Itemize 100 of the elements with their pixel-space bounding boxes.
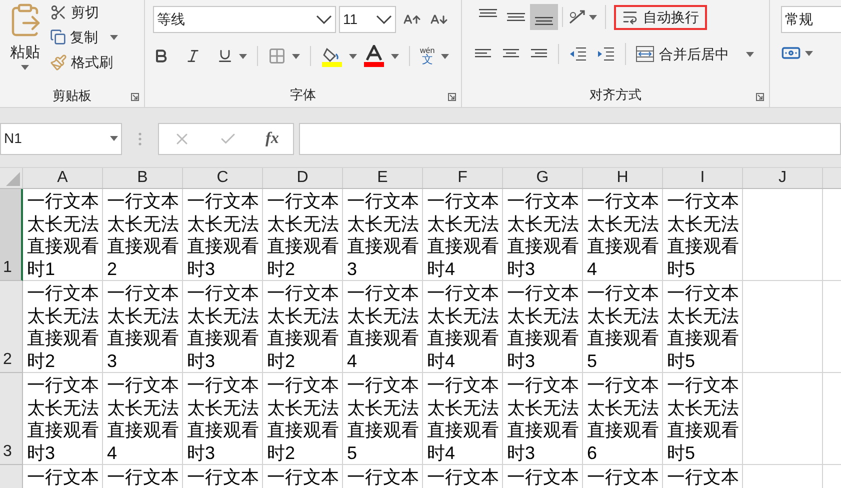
table-cell: 一行文本 xyxy=(103,465,183,488)
column-header[interactable]: I xyxy=(663,168,743,188)
table-cell: 一行文本太长无法直接观看4 xyxy=(343,281,423,373)
caret-icon xyxy=(391,54,399,58)
copy-icon xyxy=(50,29,66,45)
table-cell: 一行文本太长无法直接观看4 xyxy=(103,373,183,465)
font-name-dropdown[interactable]: 等线 xyxy=(153,6,336,33)
caret-icon xyxy=(349,54,357,58)
table-cell: 一行文本 xyxy=(423,465,503,488)
cut-button[interactable]: 剪切 xyxy=(50,1,118,23)
fill-color-icon[interactable] xyxy=(321,45,343,67)
chevron-icon xyxy=(316,15,332,24)
italic-icon[interactable] xyxy=(185,48,201,64)
table-cell: 一行文本太长无法直接观看4 xyxy=(583,189,663,281)
caret-icon xyxy=(746,52,754,56)
dialog-launcher-icon[interactable] xyxy=(756,93,764,101)
column-header[interactable]: C xyxy=(183,168,263,188)
row-header[interactable]: 1 xyxy=(0,189,23,281)
table-cell: 一行文本 xyxy=(183,465,263,488)
caret-icon xyxy=(805,50,813,56)
merge-center-button[interactable]: 合并后居中 xyxy=(636,44,754,64)
column-header[interactable]: H xyxy=(583,168,663,188)
chevron-icon xyxy=(376,15,392,24)
name-box[interactable]: N1 xyxy=(0,122,122,154)
triangle-icon xyxy=(6,172,20,186)
scissors-icon xyxy=(50,4,67,20)
bold-icon[interactable] xyxy=(153,48,169,64)
table-cell: 一行文本太长无法直接观看时4 xyxy=(423,189,503,281)
table-cell: 一行文本 xyxy=(343,465,423,488)
wrap-text-icon xyxy=(622,9,638,25)
copy-button[interactable]: 复制 xyxy=(50,26,118,48)
table-cell: 一行文本太长无法直接观看5 xyxy=(343,373,423,465)
column-header[interactable]: E xyxy=(343,168,423,188)
table-cell: 一行文本 xyxy=(663,465,743,488)
table-cell: 一行文本太长无法直接观看3 xyxy=(103,281,183,373)
caret-icon xyxy=(589,14,597,20)
column-header[interactable]: D xyxy=(263,168,343,188)
table-cell: 一行文本太长无法直接观看6 xyxy=(583,373,663,465)
number-format-dropdown[interactable]: 常规 xyxy=(781,6,841,33)
caret-icon xyxy=(440,54,449,58)
caret-icon xyxy=(110,34,118,40)
wrap-text-button[interactable]: 自动换行 xyxy=(614,4,707,30)
dialog-launcher-icon[interactable] xyxy=(448,93,456,101)
column-header[interactable]: G xyxy=(503,168,583,188)
group-label: 字体 xyxy=(290,86,316,104)
align-bottom-icon xyxy=(535,17,553,25)
table-cell: 一行文本太长无法直接观看时3 xyxy=(183,189,263,281)
font-color-icon[interactable] xyxy=(363,45,385,67)
caret-icon xyxy=(110,136,118,141)
row-header[interactable]: 2 xyxy=(0,281,23,373)
table-cell: 一行文本太长无法直接观看时2 xyxy=(23,281,103,373)
group-label: 剪贴板 xyxy=(52,87,92,106)
align-bottom-button[interactable] xyxy=(530,4,558,30)
table-cell: 一行文本太长无法直接观看2 xyxy=(103,189,183,281)
table-cell: 一行文本 xyxy=(503,465,583,488)
formula-input[interactable] xyxy=(299,122,841,154)
table-cell: 一行文本太长无法直接观看时3 xyxy=(23,373,103,465)
increase-indent-icon[interactable] xyxy=(597,46,615,62)
table-cell: 一行文本 xyxy=(583,465,663,488)
table-cell: 一行文本太长无法直接观看时3 xyxy=(183,373,263,465)
column-header[interactable]: F xyxy=(423,168,503,188)
table-cell: 一行文本太长无法直接观看时1 xyxy=(23,189,103,281)
border-icon[interactable] xyxy=(268,47,286,65)
caret-icon xyxy=(21,64,29,70)
row-header[interactable]: 3 xyxy=(0,373,23,465)
column-header[interactable]: B xyxy=(103,168,183,188)
decrease-indent-icon[interactable] xyxy=(569,46,587,62)
underline-icon[interactable] xyxy=(217,48,233,64)
table-cell: 一行文本太长无法直接观看时5 xyxy=(663,281,743,373)
paintbrush-icon xyxy=(50,54,67,70)
format-painter-button[interactable]: 格式刷 xyxy=(50,51,118,73)
table-cell: 一行文本太长无法直接观看时3 xyxy=(503,189,583,281)
table-cell: 一行文本太长无法直接观看时2 xyxy=(263,281,343,373)
table-cell: 一行文本太长无法直接观看时4 xyxy=(423,281,503,373)
paste-button[interactable]: 粘贴 xyxy=(0,0,50,85)
column-header[interactable]: J xyxy=(743,168,823,188)
table-cell: 一行文本太长无法直接观看时3 xyxy=(183,281,263,373)
table-cell: 一行文本太长无法直接观看3 xyxy=(343,189,423,281)
column-header[interactable]: A xyxy=(23,168,103,188)
caret-icon xyxy=(239,54,247,58)
table-cell: 一行文本太长无法直接观看时3 xyxy=(503,281,583,373)
phonetic-guide-button[interactable]: wén 文 xyxy=(420,46,435,66)
align-middle-icon xyxy=(507,13,525,21)
table-cell: 一行文本太长无法直接观看时5 xyxy=(663,373,743,465)
dialog-launcher-icon[interactable] xyxy=(131,93,139,101)
table-cell: 一行文本 xyxy=(263,465,343,488)
font-size-dropdown[interactable]: 11 xyxy=(339,6,396,33)
table-cell: 一行文本太长无法直接观看时3 xyxy=(503,373,583,465)
table-cell: 一行文本太长无法直接观看时2 xyxy=(263,373,343,465)
drag-handle-icon[interactable] xyxy=(138,132,142,146)
table-cell: 一行文本太长无法直接观看时2 xyxy=(263,189,343,281)
insert-function-button[interactable]: fx xyxy=(266,126,279,150)
align-top-icon xyxy=(479,9,497,17)
table-cell: 一行文本太长无法直接观看5 xyxy=(583,281,663,373)
group-label: 对齐方式 xyxy=(590,86,642,104)
table-cell: 一行文本太长无法直接观看时4 xyxy=(423,373,503,465)
table-cell: 一行文本太长无法直接观看时5 xyxy=(663,189,743,281)
merge-cells-icon xyxy=(636,46,654,62)
caret-icon xyxy=(292,54,300,58)
table-cell: 一行文本 xyxy=(23,465,103,488)
